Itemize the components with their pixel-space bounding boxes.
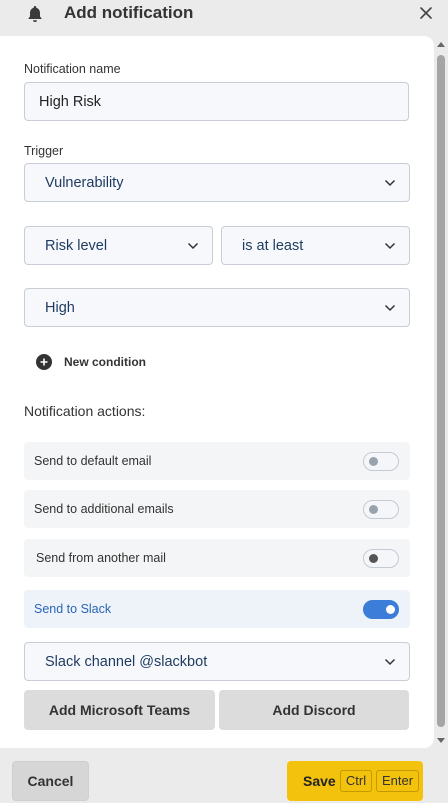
- condition-field-select[interactable]: Risk level: [24, 226, 213, 265]
- chevron-down-icon: [187, 242, 199, 250]
- trigger-select[interactable]: Vulnerability: [24, 163, 410, 202]
- slack-channel-value: Slack channel @slackbot: [45, 654, 208, 670]
- trigger-value: Vulnerability: [45, 175, 124, 191]
- cancel-button[interactable]: Cancel: [12, 761, 89, 801]
- scroll-down-arrow-icon[interactable]: [436, 737, 446, 745]
- save-label: Save: [303, 773, 336, 789]
- chevron-down-icon: [384, 242, 396, 250]
- scroll-up-arrow-icon[interactable]: [436, 40, 446, 48]
- new-condition-button[interactable]: New condition: [36, 353, 156, 371]
- plus-circle-icon: [36, 354, 52, 370]
- save-button[interactable]: Save Ctrl Enter: [287, 761, 423, 801]
- chevron-down-icon: [384, 179, 396, 187]
- action-row-default-email: Send to default email: [24, 442, 410, 480]
- notification-name-input[interactable]: High Risk: [24, 82, 409, 121]
- notification-name-label: Notification name: [24, 62, 121, 76]
- dialog-header: Add notification: [0, 0, 448, 30]
- dialog-title: Add notification: [64, 3, 194, 22]
- action-label: Send from another mail: [36, 551, 166, 565]
- close-icon[interactable]: [417, 4, 435, 22]
- slack-toggle[interactable]: [363, 600, 399, 619]
- condition-operator-select[interactable]: is at least: [221, 226, 410, 265]
- condition-field-value: Risk level: [45, 238, 108, 254]
- scrollbar-thumb[interactable]: [437, 55, 445, 727]
- add-discord-button[interactable]: Add Discord: [219, 690, 409, 730]
- ctrl-key-hint: Ctrl: [340, 770, 372, 792]
- toggle-knob: [369, 457, 378, 466]
- default-email-toggle[interactable]: [363, 452, 399, 471]
- notification-actions-title: Notification actions:: [24, 403, 146, 419]
- new-condition-label: New condition: [64, 355, 146, 369]
- enter-key-hint: Enter: [376, 770, 419, 792]
- trigger-label: Trigger: [24, 144, 64, 158]
- slack-channel-select[interactable]: Slack channel @slackbot: [24, 642, 410, 681]
- notification-name-value: High Risk: [39, 94, 102, 110]
- chevron-down-icon: [384, 304, 396, 312]
- action-label: Send to additional emails: [34, 502, 174, 516]
- toggle-knob: [386, 605, 395, 614]
- action-row-another-mail: Send from another mail: [24, 539, 410, 577]
- risk-level-value: High: [45, 300, 75, 316]
- toggle-knob: [369, 505, 378, 514]
- another-mail-toggle[interactable]: [363, 549, 399, 568]
- action-row-additional-emails: Send to additional emails: [24, 490, 410, 528]
- chevron-down-icon: [384, 658, 396, 666]
- bell-icon: [28, 6, 42, 22]
- add-microsoft-teams-button[interactable]: Add Microsoft Teams: [24, 690, 215, 730]
- additional-emails-toggle[interactable]: [363, 500, 399, 519]
- action-label: Send to default email: [34, 454, 152, 468]
- toggle-knob: [369, 554, 378, 563]
- action-row-slack: Send to Slack: [24, 590, 410, 628]
- action-label: Send to Slack: [34, 602, 112, 616]
- risk-level-select[interactable]: High: [24, 288, 410, 327]
- condition-operator-value: is at least: [242, 238, 304, 254]
